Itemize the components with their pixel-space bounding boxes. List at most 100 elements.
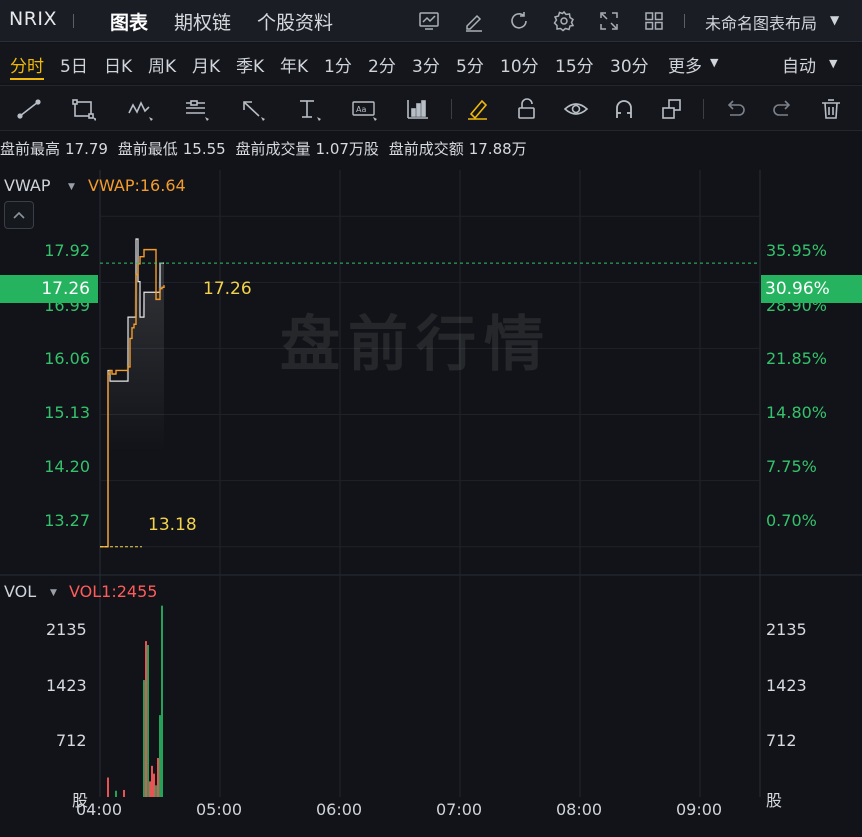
refresh-icon[interactable]	[504, 7, 534, 35]
price-indicator-name[interactable]: VWAP	[4, 176, 50, 195]
text-marker-icon[interactable]	[293, 95, 323, 123]
period-monthly[interactable]: 月K	[192, 52, 220, 77]
caret-down-icon[interactable]: ▼	[50, 588, 57, 598]
chart-icon[interactable]	[414, 7, 444, 35]
period-1m[interactable]: 1分	[324, 52, 352, 77]
volume-bar	[107, 777, 109, 797]
caret-down-icon[interactable]: ▼	[829, 57, 837, 70]
undo-icon[interactable]	[720, 95, 750, 123]
eye-icon[interactable]	[561, 95, 591, 123]
highlighter-icon[interactable]	[463, 95, 493, 123]
grid-icon[interactable]	[639, 7, 669, 35]
drawing-toolbar: Aa	[0, 85, 862, 131]
premarket-volume-value: 1.07万股	[315, 140, 379, 158]
indicator-icon[interactable]	[403, 95, 433, 123]
trendline-icon[interactable]	[14, 95, 44, 123]
pct-tick-right: 21.85%	[766, 349, 828, 368]
rectangle-icon[interactable]	[68, 95, 98, 123]
pct-tick-right: 35.95%	[766, 241, 828, 260]
volume-tick-left: 2135	[46, 620, 87, 639]
time-tick: 09:00	[676, 800, 723, 819]
lock-icon[interactable]	[512, 95, 542, 123]
layout-selector[interactable]: 未命名图表布局	[705, 10, 817, 34]
magnet-icon[interactable]	[609, 95, 639, 123]
volume-bar	[159, 715, 161, 797]
period-yearly[interactable]: 年K	[280, 52, 308, 77]
tab-option-chain[interactable]: 期权链	[174, 8, 231, 35]
redo-icon[interactable]	[768, 95, 798, 123]
period-5m[interactable]: 5分	[456, 52, 484, 77]
volume-value: VOL1:2455	[69, 582, 158, 601]
period-bar: 分时 5日 日K 周K 月K 季K 年K 1分 2分 3分 5分 10分 15分…	[0, 43, 862, 83]
low-price-marker: 13.18	[148, 515, 197, 535]
top-toolbar	[414, 7, 684, 35]
caret-down-icon[interactable]: ▼	[710, 56, 718, 69]
chart-canvas[interactable]	[0, 170, 862, 837]
period-daily[interactable]: 日K	[104, 52, 132, 77]
tab-chart[interactable]: 图表	[110, 8, 148, 35]
annotation-icon[interactable]: Aa	[349, 95, 379, 123]
chart-area[interactable]	[0, 170, 862, 837]
premarket-volume-label: 盘前成交量	[235, 140, 311, 158]
arrow-icon[interactable]	[237, 95, 267, 123]
volume-bar	[145, 641, 147, 797]
time-tick: 05:00	[196, 800, 243, 819]
premarket-low-value: 15.55	[182, 140, 226, 158]
pct-tick-right: 0.70%	[766, 511, 817, 530]
divider	[684, 14, 685, 28]
volume-tick-right: 2135	[766, 620, 807, 639]
period-2m[interactable]: 2分	[368, 52, 396, 77]
scale-mode-selector[interactable]: 自动	[782, 52, 816, 77]
volume-indicator-name[interactable]: VOL	[4, 582, 36, 601]
period-intraday[interactable]: 分时	[10, 52, 44, 77]
gear-icon[interactable]	[549, 7, 579, 35]
volume-unit-right: 股	[766, 791, 783, 810]
pencil-icon[interactable]	[459, 7, 489, 35]
volume-bar	[143, 680, 145, 797]
volume-tick-left: 1423	[46, 676, 87, 695]
period-quarterly[interactable]: 季K	[236, 52, 264, 77]
period-30m[interactable]: 30分	[610, 52, 649, 77]
period-more[interactable]: 更多	[668, 52, 702, 77]
volume-bar	[149, 781, 151, 797]
time-tick: 06:00	[316, 800, 363, 819]
volume-tick-left: 712	[56, 731, 87, 750]
last-pct-tag: 30.96%	[761, 275, 862, 303]
volume-bar	[123, 789, 125, 797]
price-tick-left: 15.13	[44, 403, 90, 422]
pattern-icon[interactable]	[125, 95, 155, 123]
divider	[451, 99, 452, 119]
price-tick-left: 14.20	[44, 457, 90, 476]
premarket-watermark: 盘前行情	[280, 310, 552, 380]
pct-tick-right: 7.75%	[766, 457, 817, 476]
price-tick-left: 13.27	[44, 511, 90, 530]
period-10m[interactable]: 10分	[500, 52, 539, 77]
period-15m[interactable]: 15分	[555, 52, 594, 77]
layers-icon[interactable]	[657, 95, 687, 123]
volume-tick-right: 1423	[766, 676, 807, 695]
caret-down-icon[interactable]: ▼	[68, 182, 75, 192]
vwap-value: VWAP:16.64	[88, 176, 186, 195]
premarket-high-label: 盘前最高	[0, 140, 61, 158]
price-tick-left: 16.06	[44, 349, 90, 368]
volume-bar	[115, 790, 117, 797]
caret-down-icon[interactable]: ▼	[830, 13, 839, 27]
period-5d[interactable]: 5日	[60, 52, 88, 77]
period-weekly[interactable]: 周K	[148, 52, 176, 77]
volume-bar	[147, 644, 149, 797]
volume-bar	[161, 605, 163, 797]
fibonacci-icon[interactable]	[181, 95, 211, 123]
trash-icon[interactable]	[816, 95, 846, 123]
period-3m[interactable]: 3分	[412, 52, 440, 77]
fullscreen-icon[interactable]	[594, 7, 624, 35]
last-price-marker: 17.26	[203, 279, 252, 299]
volume-bar	[153, 773, 155, 797]
last-price-tag: 17.26	[0, 275, 98, 303]
tab-company-profile[interactable]: 个股资料	[257, 8, 333, 35]
active-period-indicator	[10, 78, 44, 80]
volume-bar	[155, 785, 157, 797]
collapse-button[interactable]	[4, 201, 34, 229]
top-bar: NRIX 图表 期权链 个股资料 未命名图表布局 ▼	[0, 0, 862, 42]
chevron-up-icon	[13, 211, 25, 219]
svg-text:Aa: Aa	[356, 105, 366, 114]
